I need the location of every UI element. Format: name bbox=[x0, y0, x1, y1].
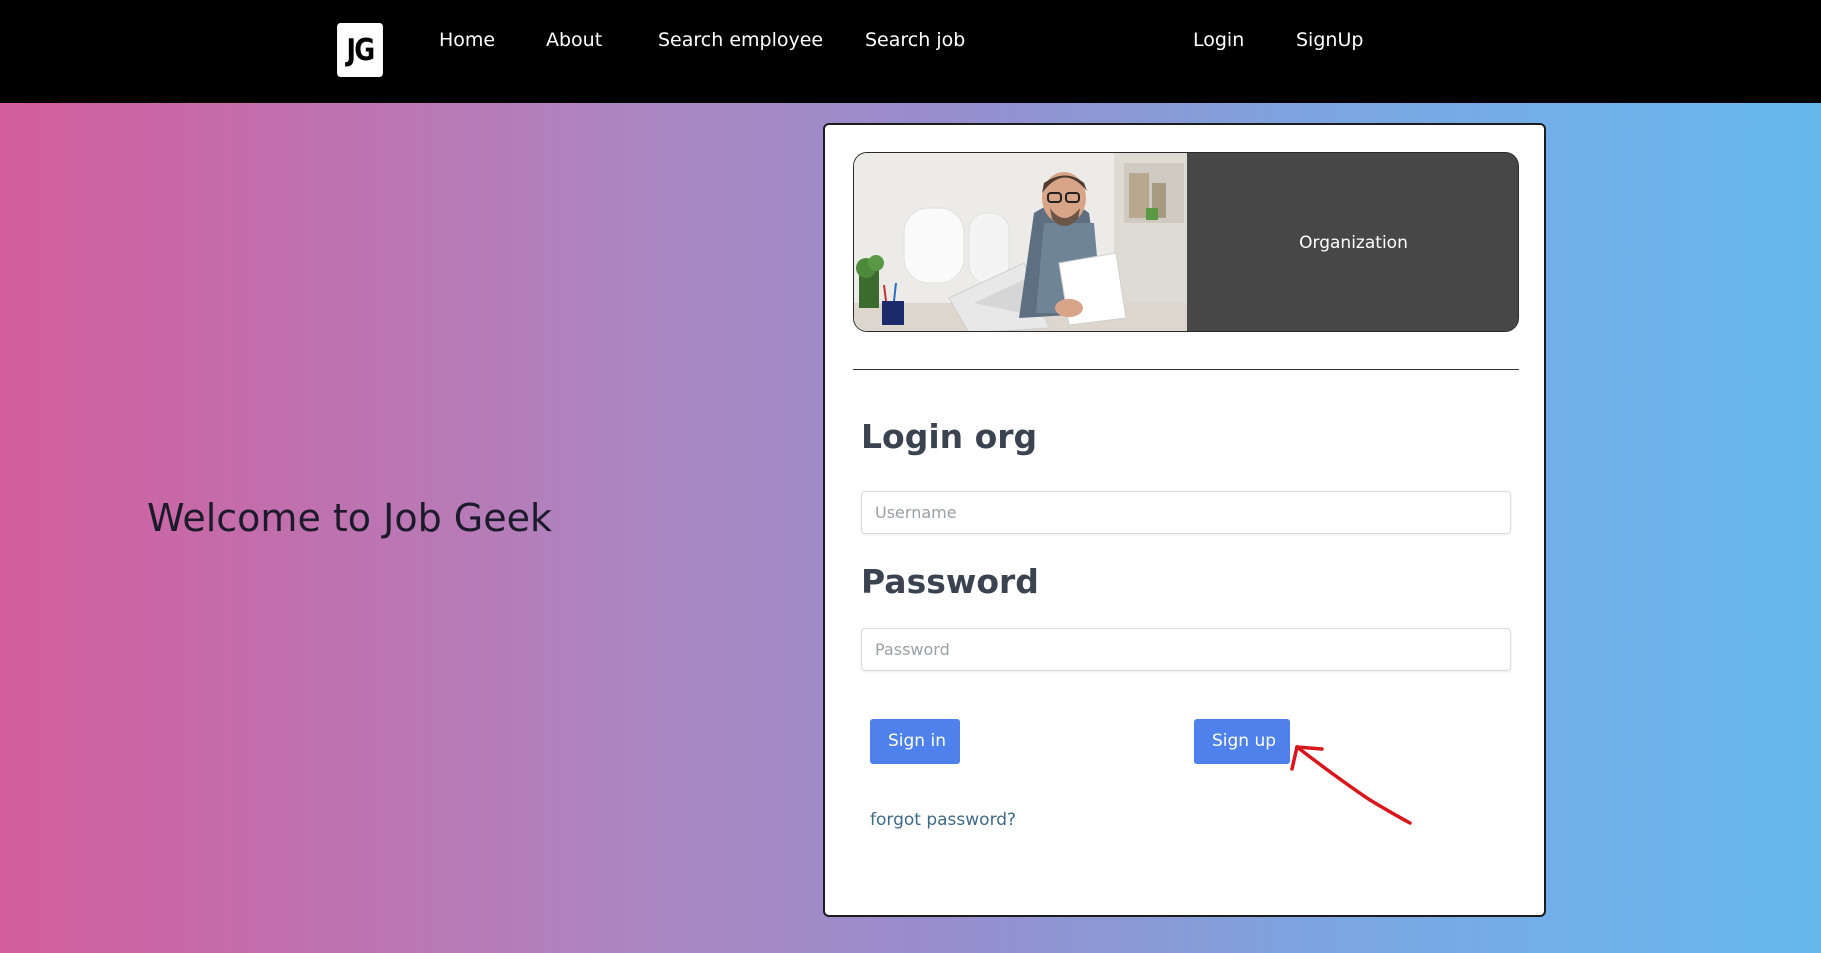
welcome-heading: Welcome to Job Geek bbox=[147, 496, 552, 540]
nav-link-home[interactable]: Home bbox=[439, 27, 495, 53]
sign-in-button[interactable]: Sign in bbox=[870, 719, 960, 764]
username-input[interactable] bbox=[861, 491, 1511, 534]
brand-logo[interactable]: JG bbox=[337, 23, 383, 77]
organization-banner[interactable]: Organization bbox=[853, 152, 1519, 332]
forgot-password-link[interactable]: forgot password? bbox=[870, 810, 1016, 830]
login-card: Organization Login org Password Sign in … bbox=[823, 123, 1546, 917]
password-input[interactable] bbox=[861, 628, 1511, 671]
hero-section: Welcome to Job Geek Organization Login o… bbox=[0, 103, 1821, 953]
nav-link-about[interactable]: About bbox=[546, 27, 602, 53]
nav-link-search-employee[interactable]: Search employee bbox=[658, 27, 823, 53]
nav-link-login[interactable]: Login bbox=[1193, 27, 1244, 53]
top-navbar: JG Home About Search employee Search job… bbox=[0, 0, 1821, 103]
office-worker-photo bbox=[854, 153, 1187, 331]
nav-link-signup[interactable]: SignUp bbox=[1296, 27, 1363, 53]
sign-up-button[interactable]: Sign up bbox=[1194, 719, 1290, 764]
page: JG Home About Search employee Search job… bbox=[0, 0, 1821, 953]
red-arrow-annotation-icon bbox=[1290, 745, 1412, 825]
password-heading: Password bbox=[861, 562, 1039, 601]
divider bbox=[853, 369, 1519, 370]
banner-label: Organization bbox=[1299, 233, 1408, 253]
login-heading: Login org bbox=[861, 417, 1038, 456]
nav-link-search-job[interactable]: Search job bbox=[865, 27, 965, 53]
